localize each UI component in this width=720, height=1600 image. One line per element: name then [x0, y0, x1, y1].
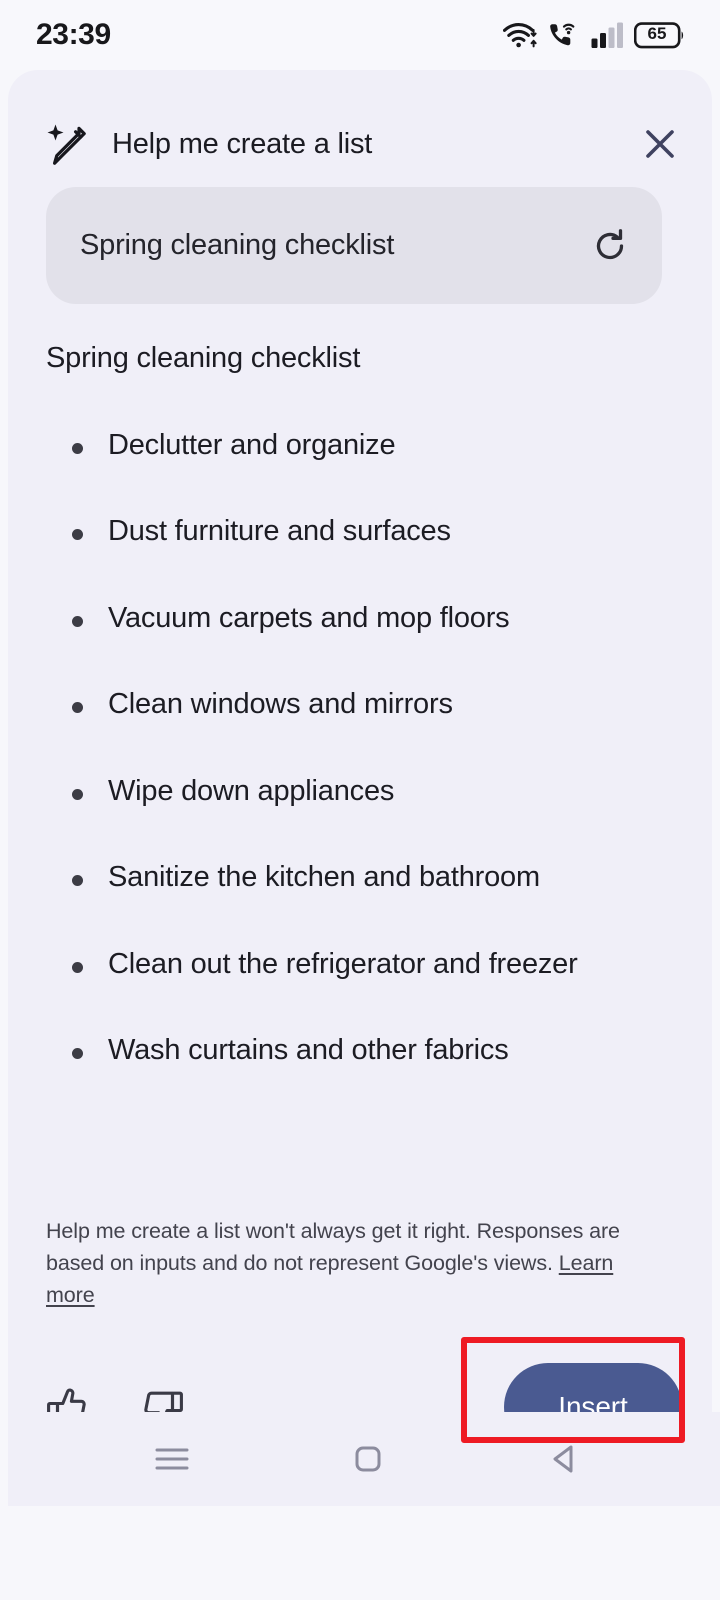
sheet-title: Help me create a list — [112, 127, 373, 160]
list-item: Clean out the refrigerator and freezer — [46, 948, 686, 980]
wifi-calling-icon — [548, 21, 580, 49]
prompt-input[interactable]: Spring cleaning checklist — [46, 187, 662, 304]
magic-wand-icon — [46, 122, 90, 166]
list-item: Dust furniture and surfaces — [46, 515, 686, 547]
list-item: Clean windows and mirrors — [46, 688, 686, 720]
status-bar: 23:39 65 — [0, 0, 720, 70]
cellular-signal-icon — [591, 22, 623, 49]
disclaimer-text: Help me create a list won't always get i… — [46, 1219, 620, 1275]
battery-icon: 65 — [634, 21, 686, 49]
refresh-icon[interactable] — [584, 220, 636, 272]
home-icon[interactable] — [325, 1423, 411, 1495]
list-item: Wipe down appliances — [46, 775, 686, 807]
recents-icon[interactable] — [129, 1423, 215, 1495]
disclaimer: Help me create a list won't always get i… — [46, 1216, 656, 1311]
prompt-value[interactable]: Spring cleaning checklist — [80, 229, 584, 262]
list-item: Vacuum carpets and mop floors — [46, 602, 686, 634]
back-icon[interactable] — [521, 1423, 607, 1495]
help-me-create-a-list-sheet: Help me create a list Spring cleaning ch… — [8, 70, 720, 1506]
status-icons: 65 — [503, 21, 686, 49]
list-item: Declutter and organize — [46, 429, 686, 461]
status-time: 23:39 — [36, 18, 111, 51]
battery-percent: 65 — [647, 24, 667, 43]
android-nav-bar — [8, 1412, 720, 1506]
generated-content: Spring cleaning checklist Declutter and … — [46, 342, 686, 1067]
list-item: Sanitize the kitchen and bathroom — [46, 861, 686, 893]
content-heading: Spring cleaning checklist — [46, 342, 361, 374]
phone-screen: 23:39 65 Help me create a list Spring cl… — [0, 0, 720, 1600]
sheet-header: Help me create a list — [8, 112, 712, 176]
list-item: Wash curtains and other fabrics — [46, 1034, 686, 1066]
close-icon[interactable] — [634, 118, 686, 170]
checklist: Declutter and organize Dust furniture an… — [46, 429, 686, 1067]
wifi-icon — [503, 22, 537, 49]
